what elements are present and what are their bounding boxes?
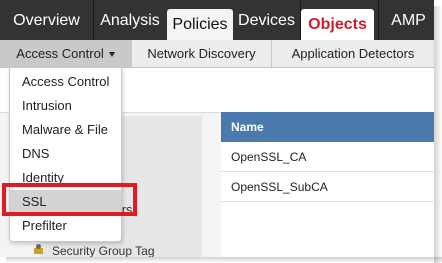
frame-shadow-right [434,6,442,263]
menu-item-intrusion[interactable]: Intrusion [10,94,121,118]
sidebar-item-security-group-tag[interactable]: Security Group Tag [52,244,155,257]
panel-divider[interactable] [212,116,218,257]
nav-tab-objects[interactable]: Objects [301,9,374,40]
column-header-name[interactable]: Name [221,112,434,142]
menu-item-malware-file[interactable]: Malware & File [10,118,121,142]
nav-tab-amp[interactable]: AMP [378,0,434,40]
top-nav: Overview Analysis Policies Devices Objec… [0,0,434,40]
nav-tab-devices[interactable]: Devices [233,0,301,40]
nav-tab-policies[interactable]: Policies [167,9,233,40]
ssl-highlight-box [2,183,137,216]
sub-nav: Access Control Network Discovery Applica… [0,40,434,68]
objects-table: Name OpenSSL_CA OpenSSL_SubCA [221,112,434,257]
nav-tab-analysis[interactable]: Analysis [94,0,166,40]
table-row[interactable]: OpenSSL_CA [221,142,434,172]
menu-item-prefilter[interactable]: Prefilter [10,214,121,238]
table-row[interactable]: OpenSSL_SubCA [221,172,434,202]
subnav-access-control-label: Access Control [16,46,104,61]
caret-down-icon [108,52,115,57]
subnav-access-control[interactable]: Access Control [0,40,132,67]
tag-icon [34,244,43,254]
subnav-network-discovery[interactable]: Network Discovery [132,40,272,67]
subnav-application-detectors[interactable]: Application Detectors [272,40,434,67]
menu-item-dns[interactable]: DNS [10,142,121,166]
window: Overview Analysis Policies Devices Objec… [0,0,434,257]
menu-item-access-control[interactable]: Access Control [10,70,121,94]
frame-shadow-bottom [6,257,442,263]
nav-tab-overview[interactable]: Overview [0,0,94,40]
